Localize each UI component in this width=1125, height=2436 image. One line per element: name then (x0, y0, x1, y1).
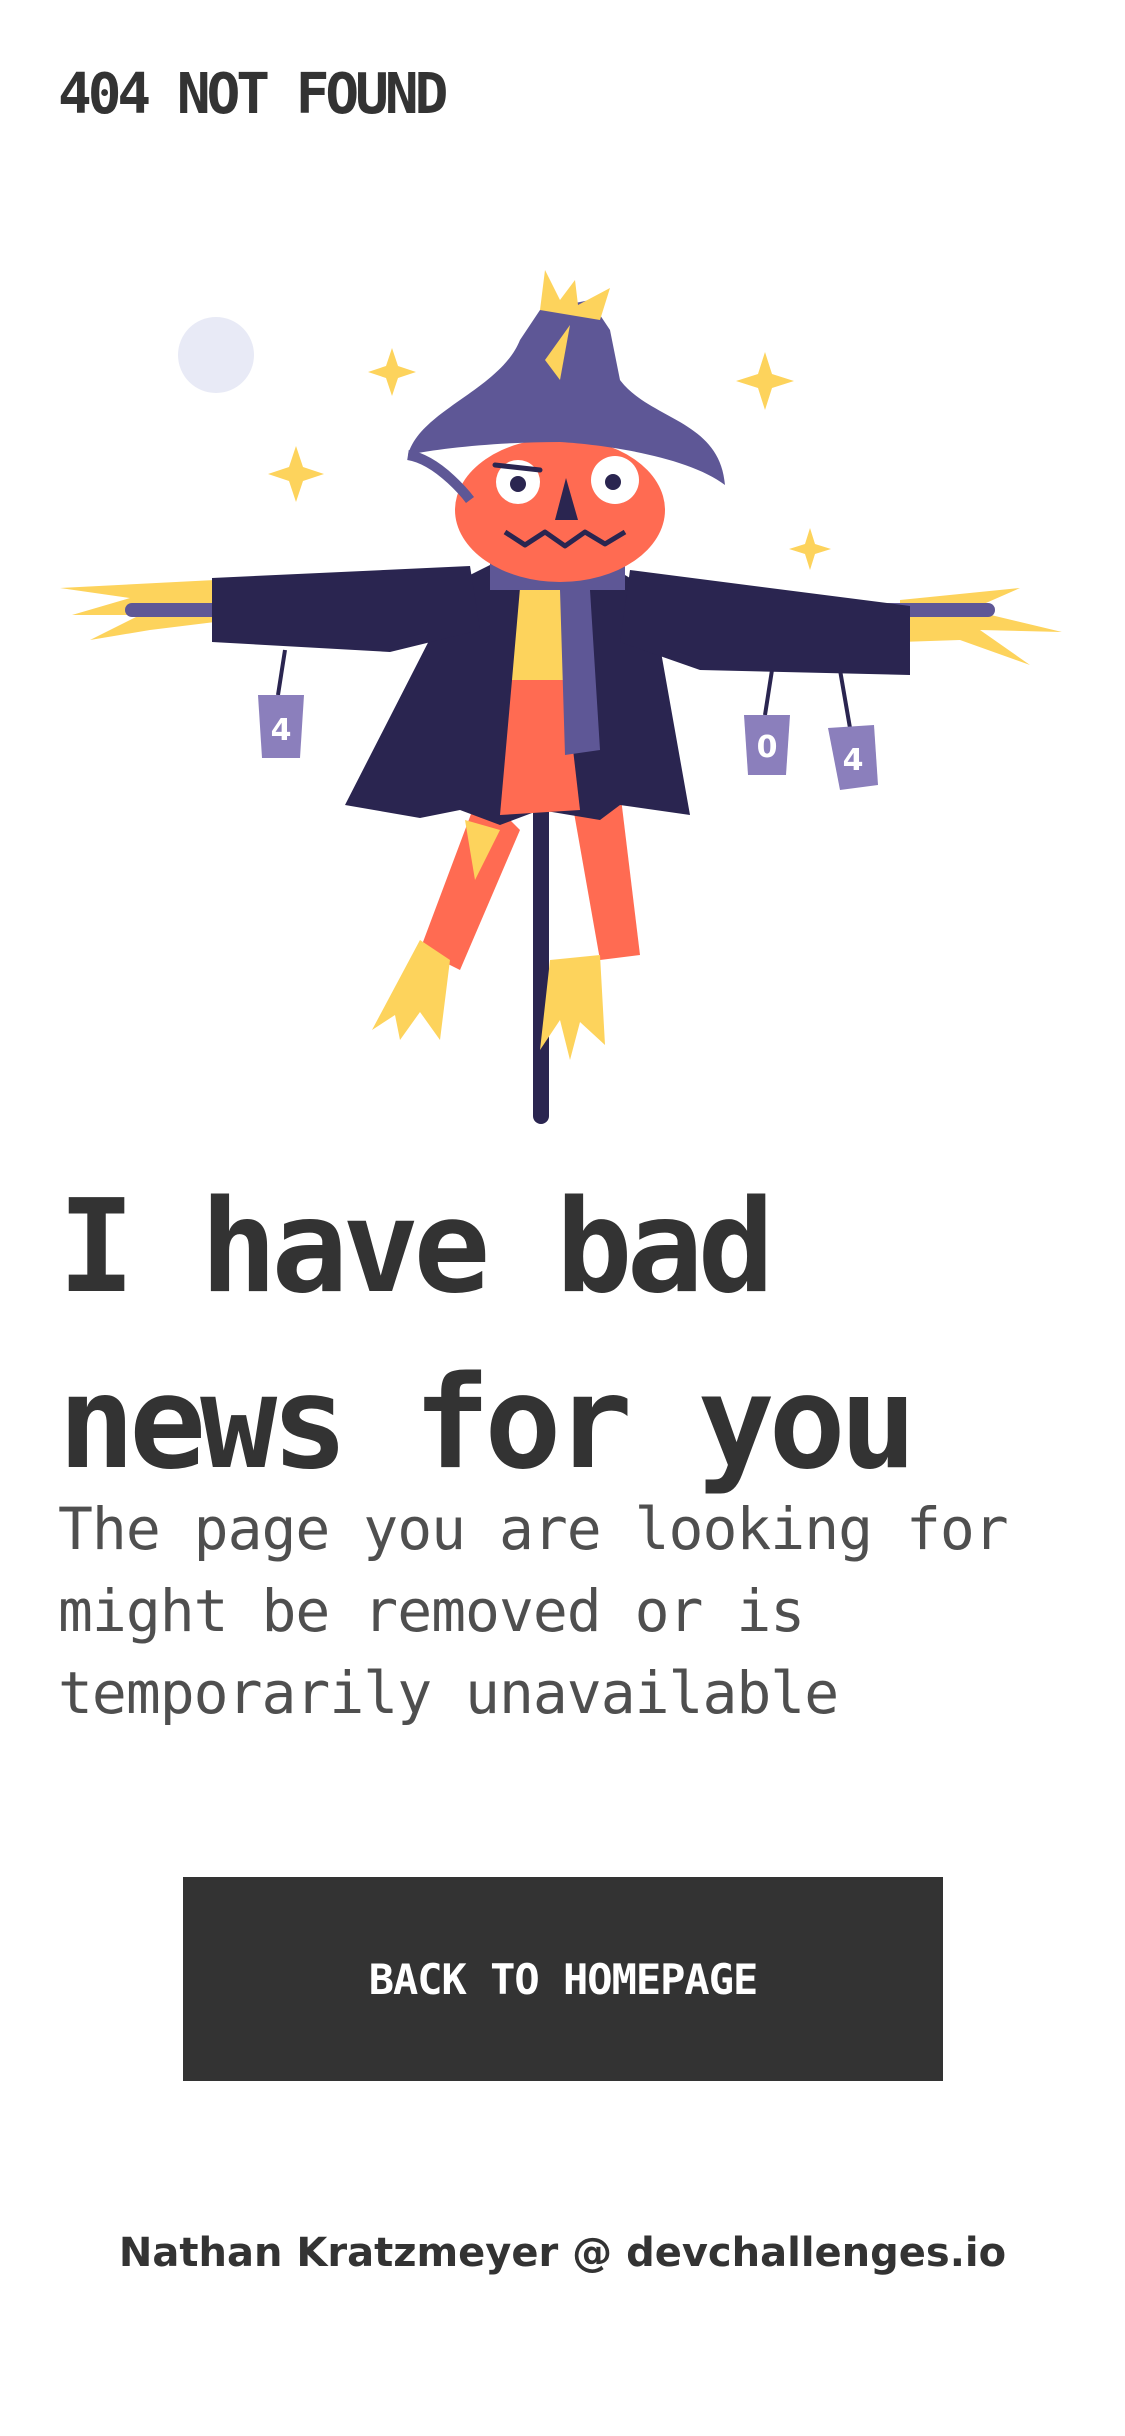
can-middle: 0 (744, 669, 790, 775)
svg-text:4: 4 (271, 713, 292, 748)
coat-sleeve-left (212, 566, 480, 652)
subtext-line-3: temporarily unavailable (58, 1659, 839, 1727)
headline-line-2: news for you (58, 1349, 917, 1498)
svg-text:4: 4 (843, 743, 864, 778)
footer-separator: @ (572, 2230, 613, 2276)
page-subtext: The page you are looking for might be re… (58, 1488, 1098, 1734)
coat-sleeve-right (620, 570, 910, 675)
sparkle-icon (368, 348, 416, 396)
pole (533, 770, 549, 1124)
moon-icon (178, 317, 254, 393)
sparkle-icon (789, 528, 831, 570)
can-left: 4 (258, 649, 304, 758)
straw-legs (372, 940, 605, 1060)
sparkle-icon (736, 352, 794, 410)
footer-author: Nathan Kratzmeyer (118, 2230, 559, 2276)
straw-right (900, 588, 1062, 665)
page-headline: I have bad news for you (58, 1160, 1098, 1512)
svg-text:0: 0 (757, 730, 778, 765)
back-to-homepage-button[interactable]: BACK TO HOMEPAGE (183, 1877, 943, 2081)
subtext-line-2: might be removed or is (58, 1577, 805, 1645)
scarecrow-illustration: 4 0 4 (60, 270, 1062, 1124)
can-right: 4 (828, 669, 878, 790)
subtext-line-1: The page you are looking for (58, 1495, 1009, 1563)
legs (420, 790, 640, 970)
footer-site-link[interactable]: devchallenges.io (626, 2230, 1006, 2276)
footer-credit: Nathan Kratzmeyer @ devchallenges.io (0, 2230, 1125, 2276)
headline-line-1: I have bad (58, 1173, 775, 1322)
brand-title: 404 NOT FOUND (58, 62, 448, 127)
sparkle-icon (268, 446, 324, 502)
